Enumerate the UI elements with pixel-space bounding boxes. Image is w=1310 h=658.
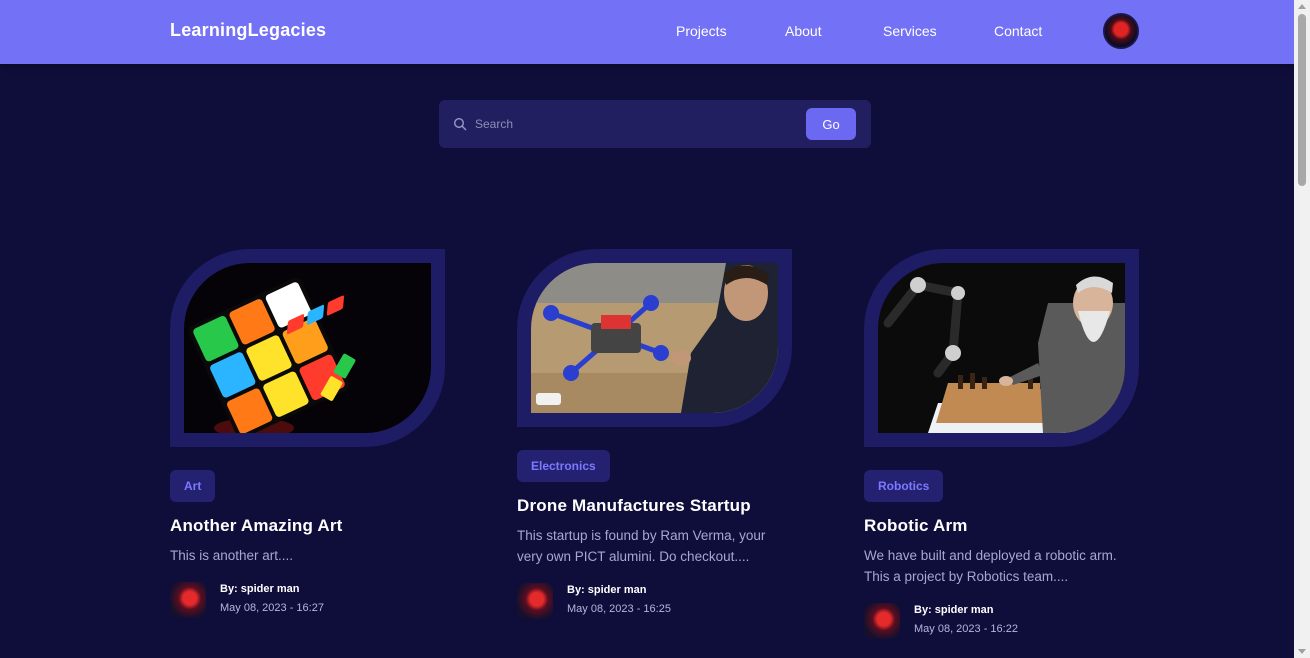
author-avatar xyxy=(517,583,553,619)
scroll-up-arrow-icon[interactable] xyxy=(1298,4,1306,9)
page-scrollbar[interactable] xyxy=(1294,0,1310,658)
post-date: May 08, 2023 - 16:22 xyxy=(914,623,1018,635)
project-card[interactable]: Art Another Amazing Art This is another … xyxy=(170,249,445,618)
drone-image[interactable] xyxy=(531,263,778,413)
card-description: This is another art.... xyxy=(170,548,294,563)
card-title[interactable]: Robotic Arm xyxy=(864,516,1139,536)
category-tag[interactable]: Art xyxy=(170,470,216,502)
search-icon xyxy=(453,117,467,131)
card-author: By: spider man May 08, 2023 - 16:27 xyxy=(170,582,445,618)
brand-logo[interactable]: LearningLegacies xyxy=(170,20,326,41)
category-tag[interactable]: Robotics xyxy=(864,470,944,502)
project-card[interactable]: Electronics Drone Manufactures Startup T… xyxy=(517,249,792,619)
rubiks-cube-image[interactable] xyxy=(184,263,431,433)
category-tag[interactable]: Electronics xyxy=(517,450,610,482)
card-description: We have built and deployed a robotic arm… xyxy=(864,548,1117,584)
card-description: This startup is found by Ram Verma, your… xyxy=(517,528,766,564)
post-date: May 08, 2023 - 16:25 xyxy=(567,603,671,615)
card-title[interactable]: Drone Manufactures Startup xyxy=(517,496,792,516)
post-date: May 08, 2023 - 16:27 xyxy=(220,602,324,614)
card-image-frame xyxy=(517,249,792,427)
project-card[interactable]: Robotics Robotic Arm We have built and d… xyxy=(864,249,1139,639)
nav-link-contact[interactable]: Contact xyxy=(994,23,1042,39)
card-image-frame xyxy=(170,249,445,447)
navbar: LearningLegacies Projects About Services… xyxy=(0,0,1294,64)
nav-link-projects[interactable]: Projects xyxy=(676,23,727,39)
card-image-frame xyxy=(864,249,1139,447)
go-button[interactable]: Go xyxy=(806,108,856,140)
author-name: By: spider man xyxy=(914,604,994,616)
scroll-down-arrow-icon[interactable] xyxy=(1298,649,1306,654)
user-avatar[interactable] xyxy=(1103,13,1139,49)
search-input[interactable] xyxy=(475,110,805,138)
robot-chess-image[interactable] xyxy=(878,263,1125,433)
search-bar: Go xyxy=(439,100,871,148)
nav-link-about[interactable]: About xyxy=(785,23,822,39)
author-avatar xyxy=(864,603,900,639)
card-author: By: spider man May 08, 2023 - 16:22 xyxy=(864,603,1139,639)
author-name: By: spider man xyxy=(220,583,300,595)
nav-link-services[interactable]: Services xyxy=(883,23,937,39)
card-title[interactable]: Another Amazing Art xyxy=(170,516,445,536)
author-avatar xyxy=(170,582,206,618)
card-author: By: spider man May 08, 2023 - 16:25 xyxy=(517,583,792,619)
scroll-thumb[interactable] xyxy=(1298,14,1306,186)
author-name: By: spider man xyxy=(567,584,647,596)
